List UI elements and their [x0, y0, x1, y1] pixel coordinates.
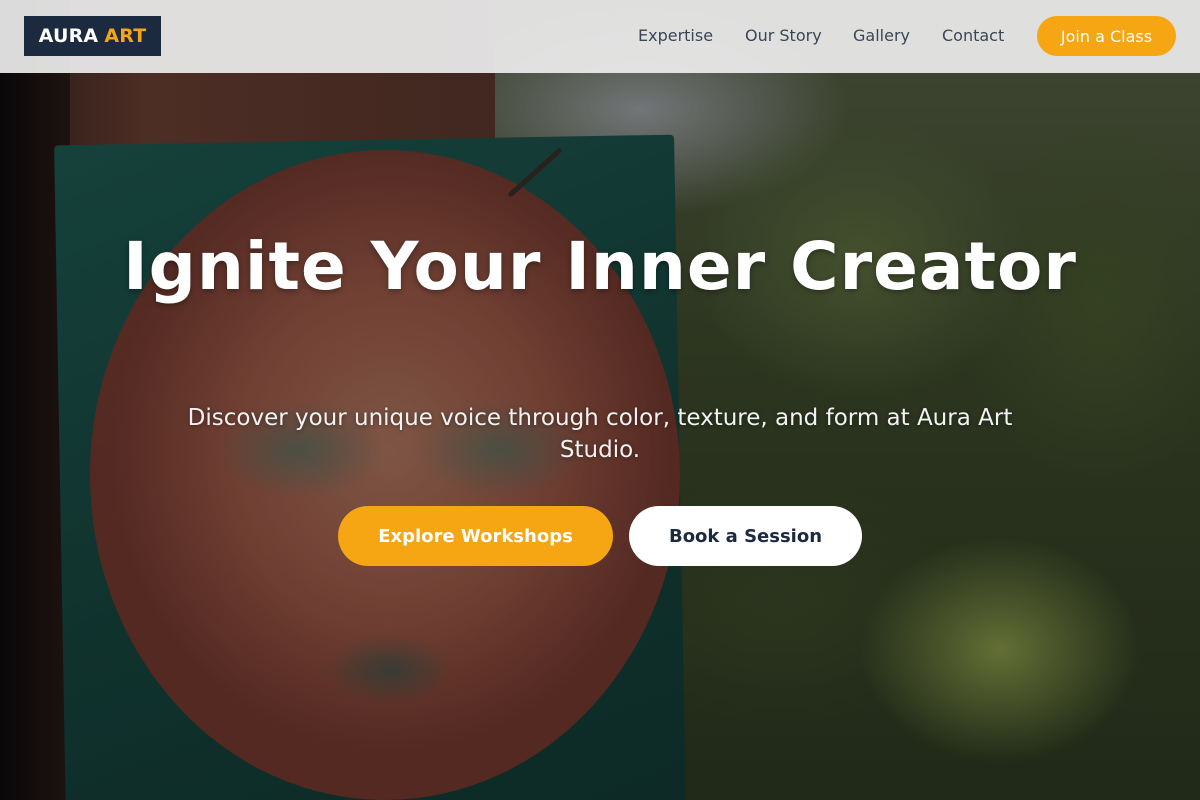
book-session-button[interactable]: Book a Session [629, 506, 862, 566]
logo-text-accent: ART [104, 25, 147, 47]
nav-link-gallery[interactable]: Gallery [853, 26, 910, 45]
nav-link-our-story[interactable]: Our Story [745, 26, 822, 45]
join-class-button[interactable]: Join a Class [1037, 16, 1176, 56]
site-logo[interactable]: AURA ART [24, 16, 161, 56]
nav-link-expertise[interactable]: Expertise [638, 26, 713, 45]
hero-title: Ignite Your Inner Creator [123, 228, 1077, 305]
hero-subtitle: Discover your unique voice through color… [187, 405, 1013, 463]
hero-dark-overlay [0, 0, 1200, 800]
logo-text-primary: AURA [38, 25, 99, 47]
hero-background-image [0, 0, 1200, 800]
nav-link-contact[interactable]: Contact [942, 26, 1004, 45]
explore-workshops-button[interactable]: Explore Workshops [338, 506, 613, 566]
site-header: AURA ART Expertise Our Story Gallery Con… [0, 0, 1200, 73]
